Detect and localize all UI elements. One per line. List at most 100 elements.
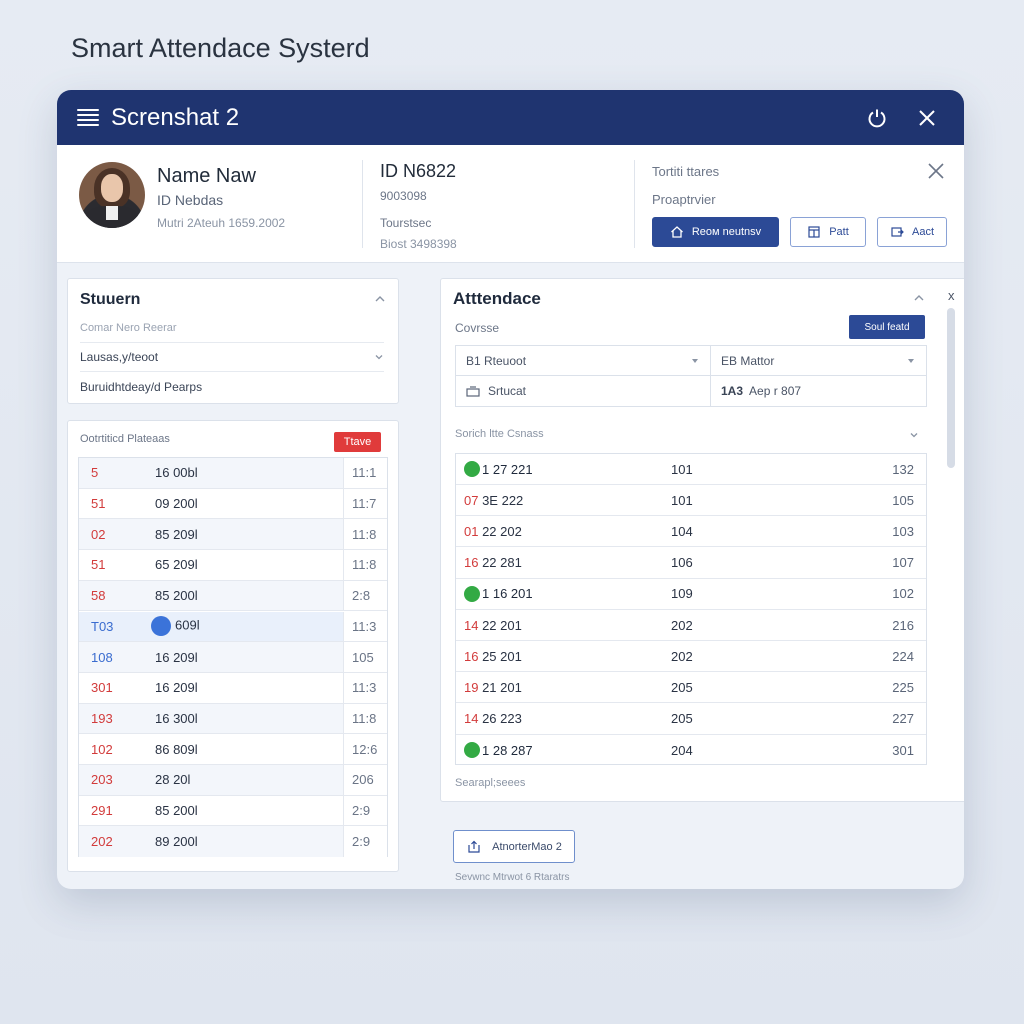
- filter-dropdown-1[interactable]: B1 Rteuoot: [455, 345, 711, 376]
- id-sub: 9003098: [380, 189, 427, 203]
- filter-field-4[interactable]: 1A3 Aep r 807: [710, 375, 927, 407]
- student-field-groups[interactable]: Buruidhtdeay/d Pearps: [80, 372, 384, 402]
- student-record-value: 16 00bl: [155, 465, 198, 481]
- student-id-label: ID Nebdas: [157, 192, 224, 208]
- close-icon[interactable]: x: [948, 288, 955, 303]
- student-record-value: 16 209l: [155, 680, 198, 696]
- attendance-date-value: 1 16 201: [482, 586, 533, 602]
- student-list-card: Ootrtiticd Plateaas Ttave 5 16 00bl 11:1 51…: [67, 420, 399, 872]
- student-time: 11:8: [343, 550, 387, 580]
- student-record: 85 209l: [149, 527, 343, 542]
- student-time: 11:1: [343, 458, 387, 488]
- attendance-room: 106: [671, 555, 693, 571]
- attendance-row[interactable]: 1 16 201 109 102: [456, 579, 926, 610]
- student-record: 16 209l: [149, 680, 343, 695]
- table-row[interactable]: 301 16 209l 11:3: [79, 672, 387, 704]
- chevron-up-icon[interactable]: [913, 292, 925, 304]
- table-row[interactable]: 193 16 300l 11:8: [79, 703, 387, 735]
- status-badge[interactable]: Ttave: [334, 432, 381, 452]
- student-code: 202: [91, 834, 113, 850]
- window-title: Screnshat 2: [111, 103, 240, 131]
- table-row[interactable]: 58 85 200l 2:8: [79, 580, 387, 612]
- attendance-date-value: 1 27 221: [482, 461, 533, 477]
- table-row[interactable]: T03 609l 11:3: [79, 611, 387, 643]
- attendance-table: 1 27 221 101 132 07 3E 222 101 105 01 22 202 10…: [455, 453, 927, 765]
- chevron-down-icon: [375, 354, 383, 359]
- close-profile-button[interactable]: [925, 160, 947, 182]
- print-button[interactable]: Patt: [790, 217, 866, 247]
- attendance-room: 104: [671, 523, 693, 539]
- attendance-room: 204: [671, 742, 693, 758]
- scrollbar[interactable]: [947, 308, 955, 468]
- attendance-row[interactable]: 07 3E 222 101 105: [456, 485, 926, 517]
- export-icon: [891, 227, 904, 237]
- student-time: 2:9: [343, 795, 387, 826]
- student-record-value: 85 200l: [155, 803, 198, 819]
- attendance-date-value: 16 25 201: [464, 648, 522, 664]
- filter-dropdown-2[interactable]: EB Mattor: [710, 345, 927, 376]
- attendance-row[interactable]: 1 27 221 101 132: [456, 454, 926, 485]
- attendance-row[interactable]: 14 26 223 205 227: [456, 704, 926, 735]
- table-row[interactable]: 51 09 200l 11:7: [79, 488, 387, 520]
- attendance-room: 205: [671, 679, 693, 695]
- student-record-value: 16 300l: [155, 710, 198, 726]
- act-button[interactable]: Aact: [877, 217, 947, 247]
- attendance-row[interactable]: 16 22 281 106 107: [456, 548, 926, 579]
- attendance-date: 14 26 223: [456, 711, 656, 726]
- table-row[interactable]: 102 86 809l 12:6: [79, 734, 387, 765]
- attendance-room: 202: [671, 648, 693, 664]
- table-row[interactable]: 291 85 200l 2:9: [79, 795, 387, 827]
- student-record-value: 28 20l: [155, 772, 191, 788]
- menu-icon[interactable]: [77, 108, 99, 127]
- attendance-count: 102: [892, 586, 914, 602]
- attendance-room: 101: [671, 461, 693, 477]
- attendance-row[interactable]: 1 28 287 204 301: [456, 735, 926, 766]
- student-table: 5 16 00bl 11:1 51 09 200l 11:7 02 85 209l 11:8 51…: [78, 457, 388, 858]
- attendance-date: 19 21 201: [456, 680, 656, 695]
- course-select-button[interactable]: Soul featd: [849, 315, 925, 339]
- table-row[interactable]: 51 65 209l 11:8: [79, 550, 387, 581]
- selection-marker[interactable]: [151, 616, 171, 637]
- table-row[interactable]: 02 85 209l 11:8: [79, 519, 387, 551]
- power-button[interactable]: [860, 101, 894, 135]
- student-record-value: 65 209l: [155, 557, 198, 573]
- attendance-date: 01 22 202: [456, 524, 656, 539]
- attendance-room: 202: [671, 617, 693, 633]
- student-code: 193: [91, 710, 113, 726]
- divider: [634, 160, 635, 248]
- student-field-course[interactable]: Comar Nero Reerar: [80, 313, 384, 343]
- student-code: 58: [91, 588, 106, 604]
- document-icon: [808, 226, 820, 238]
- student-field-select[interactable]: Lausas,y/teoot: [80, 342, 384, 372]
- chevron-up-icon[interactable]: [374, 293, 386, 305]
- attendance-date-value: 07 3E 222: [464, 492, 524, 508]
- attendance-row[interactable]: 16 25 201 202 224: [456, 641, 926, 673]
- student-record: 85 200l: [149, 588, 343, 603]
- attendance-title: Atttendace: [453, 289, 541, 308]
- attendance-row[interactable]: 19 21 201 205 225: [456, 672, 926, 704]
- table-row[interactable]: 108 16 209l 105: [79, 642, 387, 673]
- primary-action-button[interactable]: Reoм neutnsv: [652, 217, 779, 247]
- table-row[interactable]: 203 28 20l 206: [79, 765, 387, 796]
- chevron-down-icon[interactable]: [909, 430, 919, 440]
- attendance-date: 1 16 201: [456, 585, 656, 602]
- student-list-title: Ootrtiticd Plateaas: [80, 433, 170, 445]
- course-label: Covrsse: [455, 321, 500, 335]
- table-row[interactable]: 5 16 00bl 11:1: [79, 458, 387, 489]
- bottom-action-button[interactable]: AtnorterMao 2: [453, 830, 575, 863]
- attendance-row[interactable]: 14 22 201 202 216: [456, 610, 926, 641]
- export-icon: [468, 840, 480, 853]
- student-record: 28 20l: [149, 772, 343, 787]
- student-record-value: 609l: [175, 617, 200, 633]
- filter-field-3[interactable]: Srtucat: [455, 375, 711, 407]
- attendance-date-value: 1 28 287: [482, 742, 533, 758]
- table-row[interactable]: 202 89 200l 2:9: [79, 826, 387, 858]
- attendance-count: 107: [892, 555, 914, 571]
- student-record-value: 85 200l: [155, 588, 198, 604]
- bottom-caption: Sevwnc Mtrwot 6 Rtaratrs: [455, 872, 570, 883]
- id-number: ID N6822: [380, 161, 457, 181]
- close-window-button[interactable]: [910, 101, 944, 135]
- attendance-date-value: 01 22 202: [464, 523, 522, 539]
- attendance-row[interactable]: 01 22 202 104 103: [456, 516, 926, 548]
- present-status-icon: [464, 585, 480, 602]
